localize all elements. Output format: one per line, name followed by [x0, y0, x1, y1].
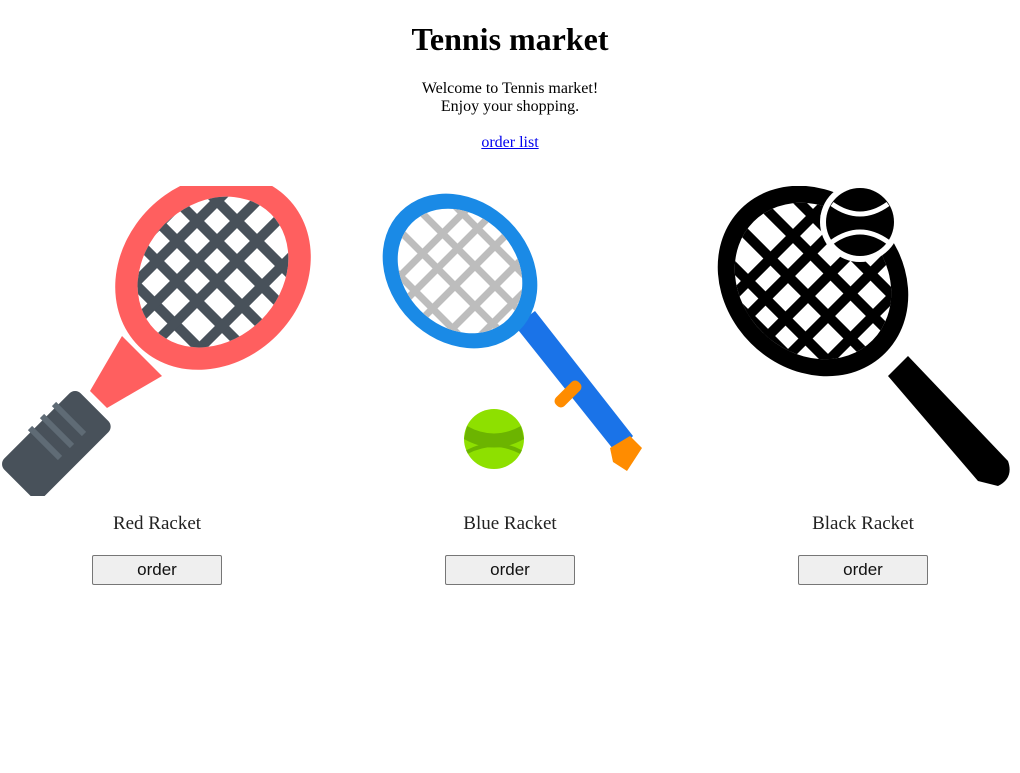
order-button-black-racket[interactable]: order: [798, 555, 928, 585]
red-racket-icon: [2, 186, 312, 496]
welcome-line-2: Enjoy your shopping.: [440, 98, 580, 115]
product-card-black-racket: Black Racket order: [708, 186, 1018, 596]
page-title: Tennis market: [411, 21, 609, 57]
product-card-red-racket: Red Racket order: [2, 186, 312, 596]
product-card-blue-racket: Blue Racket order: [355, 186, 665, 596]
order-button-blue-racket[interactable]: order: [445, 555, 575, 585]
black-racket-with-ball-icon: [708, 186, 1010, 486]
blue-racket-with-ball-icon: [372, 186, 642, 471]
product-name: Red Racket: [112, 513, 202, 534]
product-name: Blue Racket: [463, 513, 557, 534]
page: Tennis market Welcome to Tennis market! …: [0, 0, 1020, 773]
order-button-red-racket[interactable]: order: [92, 555, 222, 585]
welcome-line-1: Welcome to Tennis market!: [421, 80, 599, 97]
order-list-link-container: order list: [0, 134, 1020, 152]
order-list-link[interactable]: order list: [481, 134, 538, 151]
welcome-message: Welcome to Tennis market! Enjoy your sho…: [0, 80, 1020, 116]
product-name: Black Racket: [812, 513, 914, 534]
